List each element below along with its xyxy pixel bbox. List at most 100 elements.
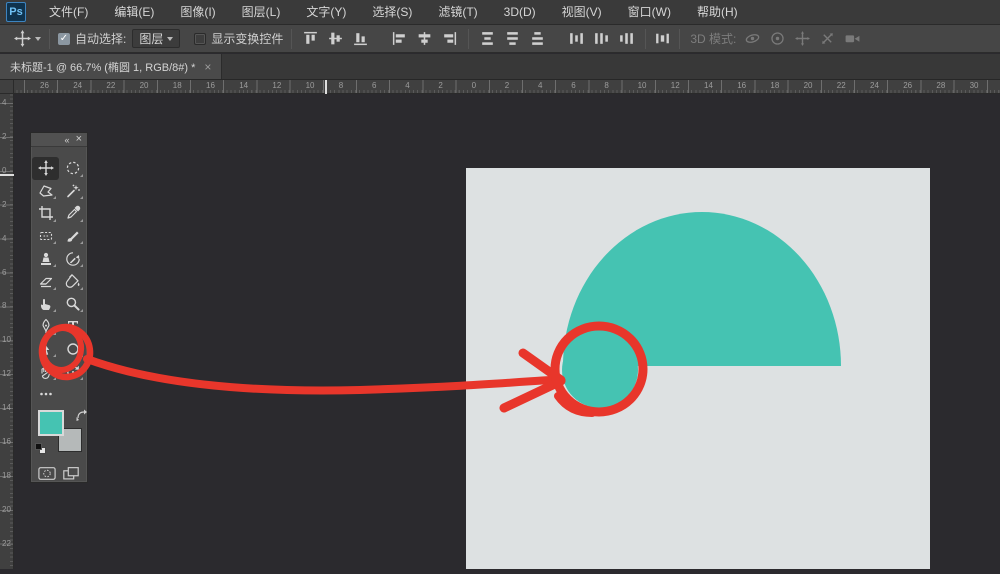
separator: [468, 29, 469, 49]
tab-close-icon[interactable]: ×: [204, 61, 211, 73]
menu-item-5[interactable]: 选择(S): [359, 0, 425, 25]
tool-move[interactable]: [32, 157, 59, 180]
history-brush-icon: [65, 251, 81, 267]
menu-item-7[interactable]: 3D(D): [491, 0, 549, 25]
menu-item-0[interactable]: 文件(F): [36, 0, 101, 25]
document-canvas[interactable]: [466, 168, 930, 569]
auto-select-checkbox[interactable]: ✓: [58, 33, 70, 45]
tool-history-brush[interactable]: [59, 247, 86, 270]
foreground-color-swatch[interactable]: [38, 410, 64, 436]
options-bar: ✓ 自动选择: 图层 显示变换控件 3D 模式:: [0, 25, 1000, 53]
v-ruler-label: 2: [2, 200, 6, 209]
distribute-right-icon[interactable]: [618, 30, 635, 47]
screen-mode-button[interactable]: [62, 466, 80, 481]
separator: [645, 29, 646, 49]
tool-lasso[interactable]: [32, 180, 59, 203]
tool-hand[interactable]: [32, 360, 59, 383]
menu-item-3[interactable]: 图层(L): [229, 0, 294, 25]
menu-item-10[interactable]: 帮助(H): [684, 0, 751, 25]
3d-orbit-icon[interactable]: [744, 30, 761, 47]
tool-rotate-view[interactable]: [59, 360, 86, 383]
menu-item-1[interactable]: 编辑(E): [101, 0, 167, 25]
align-right-icon[interactable]: [441, 30, 458, 47]
tool-type[interactable]: [59, 315, 86, 338]
menubar-items: 文件(F)编辑(E)图像(I)图层(L)文字(Y)选择(S)滤镜(T)3D(D)…: [36, 0, 751, 24]
h-ruler-label: 14: [239, 81, 248, 90]
h-ruler-label: 28: [936, 81, 945, 90]
3d-pan-icon[interactable]: [794, 30, 811, 47]
h-ruler-label: 2: [438, 81, 442, 90]
close-panel-icon[interactable]: ×: [76, 134, 82, 145]
collapse-panel-icon[interactable]: «: [65, 135, 70, 145]
crop-icon: [38, 205, 54, 221]
h-ruler-label: 18: [173, 81, 182, 90]
swap-colors-icon[interactable]: [75, 408, 89, 422]
tool-magic-wand[interactable]: [59, 180, 86, 203]
move-tool-icon: [14, 30, 31, 47]
tool-marquee-ellipse[interactable]: [59, 157, 86, 180]
brush-icon: [65, 228, 81, 244]
tool-smudge[interactable]: [32, 293, 59, 316]
h-ruler-label: 22: [837, 81, 846, 90]
lasso-icon: [38, 183, 54, 199]
h-ruler-label: 8: [339, 81, 343, 90]
align-top-icon[interactable]: [302, 30, 319, 47]
quick-mask-button[interactable]: [38, 466, 56, 481]
type-icon: [65, 318, 81, 334]
layer-select-dropdown[interactable]: 图层: [132, 29, 180, 48]
menu-item-2[interactable]: 图像(I): [167, 0, 228, 25]
hand-icon: [38, 364, 54, 380]
default-colors-icon[interactable]: [35, 443, 46, 454]
tools-palette: « ×: [30, 132, 88, 483]
palette-header: « ×: [31, 133, 87, 147]
tool-eraser[interactable]: [32, 270, 59, 293]
v-ruler-label: 22: [2, 539, 11, 548]
tool-crop[interactable]: [32, 202, 59, 225]
ruler-origin-corner[interactable]: [0, 80, 14, 94]
tool-dodge[interactable]: [59, 293, 86, 316]
separator: [679, 29, 680, 49]
3d-mode-group: [744, 30, 861, 47]
menu-item-9[interactable]: 窗口(W): [615, 0, 684, 25]
menu-item-8[interactable]: 视图(V): [549, 0, 615, 25]
tool-preset-move[interactable]: [14, 30, 41, 47]
tool-eyedropper[interactable]: [59, 202, 86, 225]
distribute-left-icon[interactable]: [568, 30, 585, 47]
horizontal-ruler[interactable]: 2624222018161412108642024681012141618202…: [14, 80, 1000, 94]
align-left-icon[interactable]: [391, 30, 408, 47]
v-ruler-label: 10: [2, 335, 11, 344]
tool-more[interactable]: [32, 383, 59, 406]
align-vcenter-icon[interactable]: [327, 30, 344, 47]
rotate-view-icon: [65, 364, 81, 380]
tool-path-select[interactable]: [32, 338, 59, 361]
3d-roll-icon[interactable]: [769, 30, 786, 47]
menu-item-4[interactable]: 文字(Y): [293, 0, 359, 25]
document-tab[interactable]: 未标题-1 @ 66.7% (椭圆 1, RGB/8#) * ×: [0, 54, 222, 79]
3d-slide-icon[interactable]: [819, 30, 836, 47]
3d-camera-icon[interactable]: [844, 30, 861, 47]
h-ruler-label: 4: [538, 81, 542, 90]
distribute-top-icon[interactable]: [479, 30, 496, 47]
more-icon: [38, 386, 54, 402]
tool-clone-stamp[interactable]: [32, 247, 59, 270]
tool-pen[interactable]: [32, 315, 59, 338]
distribute-bottom-icon[interactable]: [529, 30, 546, 47]
align-hcenter-icon[interactable]: [416, 30, 433, 47]
tool-paint-bucket[interactable]: [59, 270, 86, 293]
tool-patch[interactable]: [32, 225, 59, 248]
distribute-hcenter-icon[interactable]: [593, 30, 610, 47]
tool-ellipse[interactable]: [59, 338, 86, 361]
marquee-ellipse-icon: [65, 160, 81, 176]
tool-brush[interactable]: [59, 225, 86, 248]
ellipse-icon: [65, 341, 81, 357]
eyedropper-icon: [65, 205, 81, 221]
show-transform-checkbox[interactable]: [194, 33, 206, 45]
align-bottom-icon[interactable]: [352, 30, 369, 47]
v-ruler-label: 20: [2, 505, 11, 514]
menu-item-6[interactable]: 滤镜(T): [425, 0, 490, 25]
vertical-ruler[interactable]: 420246810121416182022: [0, 94, 14, 569]
distribute-spacing-icon[interactable]: [654, 30, 671, 47]
distribute-vcenter-icon[interactable]: [504, 30, 521, 47]
layer-select-value: 图层: [139, 30, 163, 47]
h-ruler-label: 10: [638, 81, 647, 90]
